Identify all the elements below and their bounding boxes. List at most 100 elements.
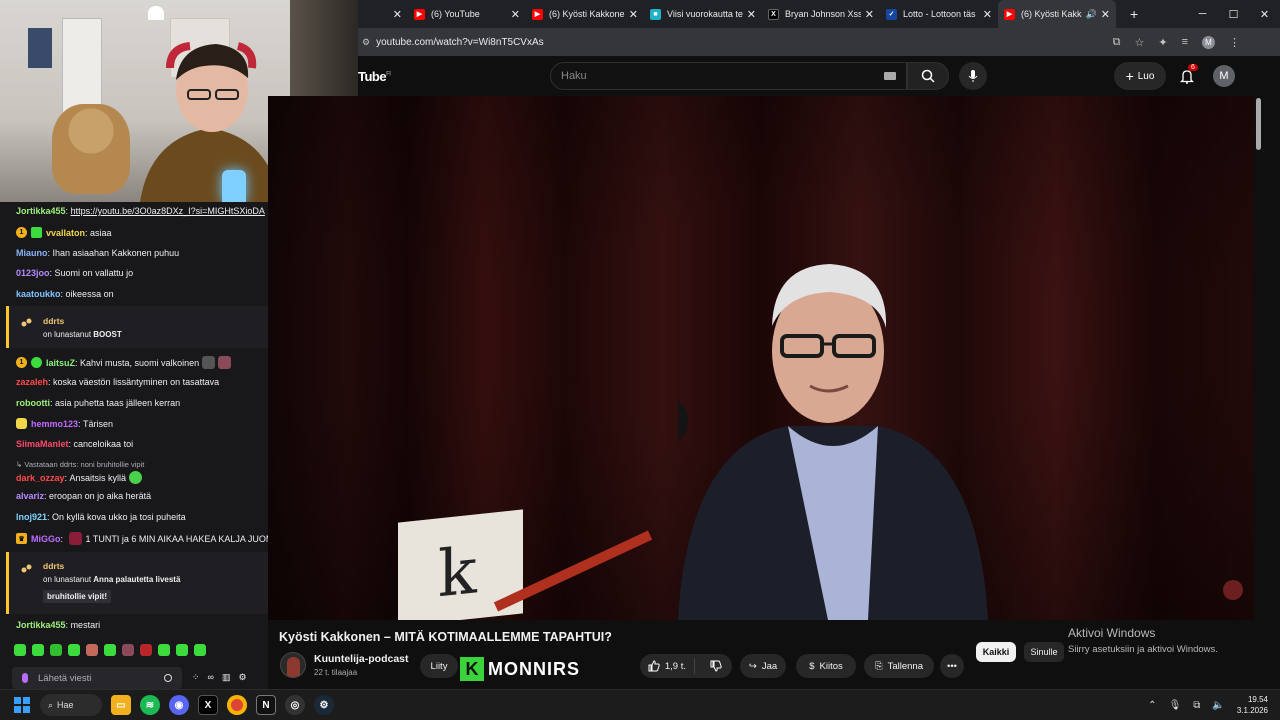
save-button[interactable]: ⎘ Tallenna xyxy=(864,654,934,678)
speaker-icon[interactable]: 🔊 xyxy=(1086,9,1097,20)
chat-message: 1 laitsuZ: Kahvi musta, suomi valkoinen xyxy=(16,356,232,369)
page-scrollbar[interactable] xyxy=(1254,96,1262,620)
media-controls-icon[interactable]: ≡ xyxy=(1182,36,1188,48)
minimize-button[interactable]: ─ xyxy=(1187,8,1218,20)
close-icon[interactable]: ✕ xyxy=(511,8,520,21)
bits-badge-icon xyxy=(16,418,27,429)
emote-icon[interactable] xyxy=(14,644,26,656)
close-icon[interactable]: ✕ xyxy=(983,8,992,21)
emote-icon[interactable] xyxy=(32,644,44,656)
bookmark-star-icon[interactable]: ☆ xyxy=(1134,36,1144,49)
emote-icon[interactable] xyxy=(140,644,152,656)
search-icon xyxy=(921,69,935,83)
close-icon[interactable]: ✕ xyxy=(747,8,756,21)
youtube-logo[interactable]: TubeFI xyxy=(358,69,391,84)
streamer xyxy=(140,42,280,202)
app-n-icon[interactable]: N xyxy=(256,695,276,715)
settings-gear-icon[interactable]: ⚙ xyxy=(238,672,246,683)
maximize-button[interactable]: ☐ xyxy=(1218,8,1249,21)
profile-avatar[interactable]: M xyxy=(1202,35,1215,49)
tab-2[interactable]: ▶ (6) Kyösti Kakkonen ✕ xyxy=(526,0,644,28)
window-controls: ─ ☐ ✕ xyxy=(1187,0,1280,28)
tab-1[interactable]: ▶ (6) YouTube ✕ xyxy=(408,0,526,28)
taskbar-search[interactable]: ⌕ Hae xyxy=(40,694,102,716)
file-explorer-icon[interactable]: ▭ xyxy=(111,695,131,715)
channel-watermark[interactable] xyxy=(1223,580,1243,600)
emote-icon[interactable] xyxy=(50,644,62,656)
chrome-icon[interactable] xyxy=(227,695,247,715)
keyboard-icon[interactable] xyxy=(884,72,896,80)
bits-icon[interactable]: ⁘ xyxy=(192,672,200,683)
emote-icon[interactable] xyxy=(68,644,80,656)
system-tray: ⌃ 🎙 ⧉ 🔈 19.54 3.1.2026 xyxy=(1148,694,1280,716)
crown-badge-icon: ♛ xyxy=(16,533,27,544)
chat-message: 0123joo: Suomi on vallattu jo xyxy=(16,268,134,278)
emote-icon[interactable] xyxy=(176,644,188,656)
clock[interactable]: 19.54 3.1.2026 xyxy=(1237,694,1268,716)
menu-icon[interactable]: ⋮ xyxy=(1229,36,1240,49)
tray-overflow-icon[interactable]: ⌃ xyxy=(1148,700,1156,711)
close-icon[interactable]: ✕ xyxy=(1101,8,1110,21)
like-button[interactable]: 1,9 t. xyxy=(640,658,695,674)
site-info-icon[interactable]: ⚙ xyxy=(362,37,370,48)
dislike-button[interactable] xyxy=(700,660,732,672)
chat-message-input[interactable]: Lähetä viesti xyxy=(12,667,182,689)
tab-0[interactable]: ✕ xyxy=(358,0,408,28)
search-button[interactable] xyxy=(907,62,949,90)
share-button[interactable]: ↪ Jaa xyxy=(740,654,786,678)
start-button[interactable] xyxy=(14,697,30,713)
emote-icon[interactable] xyxy=(158,644,170,656)
discord-icon[interactable]: ◉ xyxy=(169,695,189,715)
tab-3[interactable]: ■ Viisi vuorokautta te ✕ xyxy=(644,0,762,28)
tab-6-active[interactable]: ▶ (6) Kyösti Kakko 🔊 ✕ xyxy=(998,0,1116,28)
thanks-button[interactable]: $ Kiitos xyxy=(796,654,856,678)
subscriber-count: 22 t. tilaajaa xyxy=(314,668,358,677)
bookmark-icon: ⎘ xyxy=(875,660,883,672)
windows-activation-watermark: Aktivoi Windows Siirry asetuksiin ja akt… xyxy=(1068,626,1218,655)
stream-overlay-logo: K MONNIRS xyxy=(460,656,580,682)
search-input[interactable]: Haku xyxy=(550,62,907,90)
chat-message: ♛ MiGGo: 1 TUNTI ja 6 MIN AIKAA HAKEA KA… xyxy=(16,532,268,545)
close-window-button[interactable]: ✕ xyxy=(1249,8,1280,21)
chip-for-you[interactable]: Sinulle xyxy=(1024,642,1064,662)
channel-points-redemption: ddrts on lunastanut BOOST xyxy=(6,306,268,348)
create-button[interactable]: + Luo xyxy=(1114,62,1166,90)
obs-icon[interactable]: ◎ xyxy=(285,695,305,715)
extensions-icon[interactable]: ✦ xyxy=(1158,36,1167,49)
tab-4[interactable]: X Bryan Johnson Xss ✕ xyxy=(762,0,880,28)
gift-icon[interactable]: ▥ xyxy=(222,672,231,683)
channel-avatar[interactable] xyxy=(280,652,306,678)
emote-icon[interactable] xyxy=(194,644,206,656)
address-bar[interactable]: youtube.com/watch?v=Wi8nT5CVxAs xyxy=(376,37,544,48)
emote-icon[interactable] xyxy=(104,644,116,656)
channel-name[interactable]: Kuuntelija-podcast xyxy=(314,653,409,665)
plus-icon: + xyxy=(1125,68,1134,84)
voice-search-button[interactable] xyxy=(959,62,987,90)
join-button[interactable]: Liity xyxy=(420,654,458,678)
spotify-icon[interactable]: ≋ xyxy=(140,695,160,715)
emote-icon[interactable] xyxy=(122,644,134,656)
x-app-icon[interactable]: X xyxy=(198,695,218,715)
new-tab-button[interactable]: + xyxy=(1130,6,1138,22)
speaker-icon[interactable]: 🔈 xyxy=(1212,700,1224,711)
close-icon[interactable]: ✕ xyxy=(393,8,402,21)
infinity-icon[interactable]: ∞ xyxy=(208,672,214,683)
emote-icon[interactable] xyxy=(86,644,98,656)
x-icon: X xyxy=(768,8,779,20)
like-dislike-group: 1,9 t. xyxy=(640,654,732,678)
chat-link[interactable]: https://youtu.be/3O0az8DXz_I?si=MIGHtSXi… xyxy=(71,206,265,216)
steam-icon[interactable]: ⚙ xyxy=(314,695,334,715)
video-player[interactable]: k xyxy=(268,96,1254,620)
close-icon[interactable]: ✕ xyxy=(629,8,638,21)
account-avatar[interactable]: M xyxy=(1213,65,1235,87)
microphone-icon[interactable]: 🎙 xyxy=(1169,700,1182,711)
chat-message: zazaleh: koska väestön lissäntyminen on … xyxy=(16,377,220,387)
close-icon[interactable]: ✕ xyxy=(865,8,874,21)
network-icon[interactable]: ⧉ xyxy=(1193,700,1200,711)
more-actions-button[interactable]: ••• xyxy=(940,654,964,678)
cast-icon[interactable]: ⧉ xyxy=(1113,36,1121,49)
reply-context[interactable]: ↳ Vastataan ddrts: noni bruhitollie vipi… xyxy=(16,460,144,469)
tab-5[interactable]: ✓ Lotto - Lottoon täs ✕ xyxy=(880,0,998,28)
emote-picker-icon[interactable] xyxy=(164,674,172,682)
chip-all[interactable]: Kaikki xyxy=(976,642,1016,662)
